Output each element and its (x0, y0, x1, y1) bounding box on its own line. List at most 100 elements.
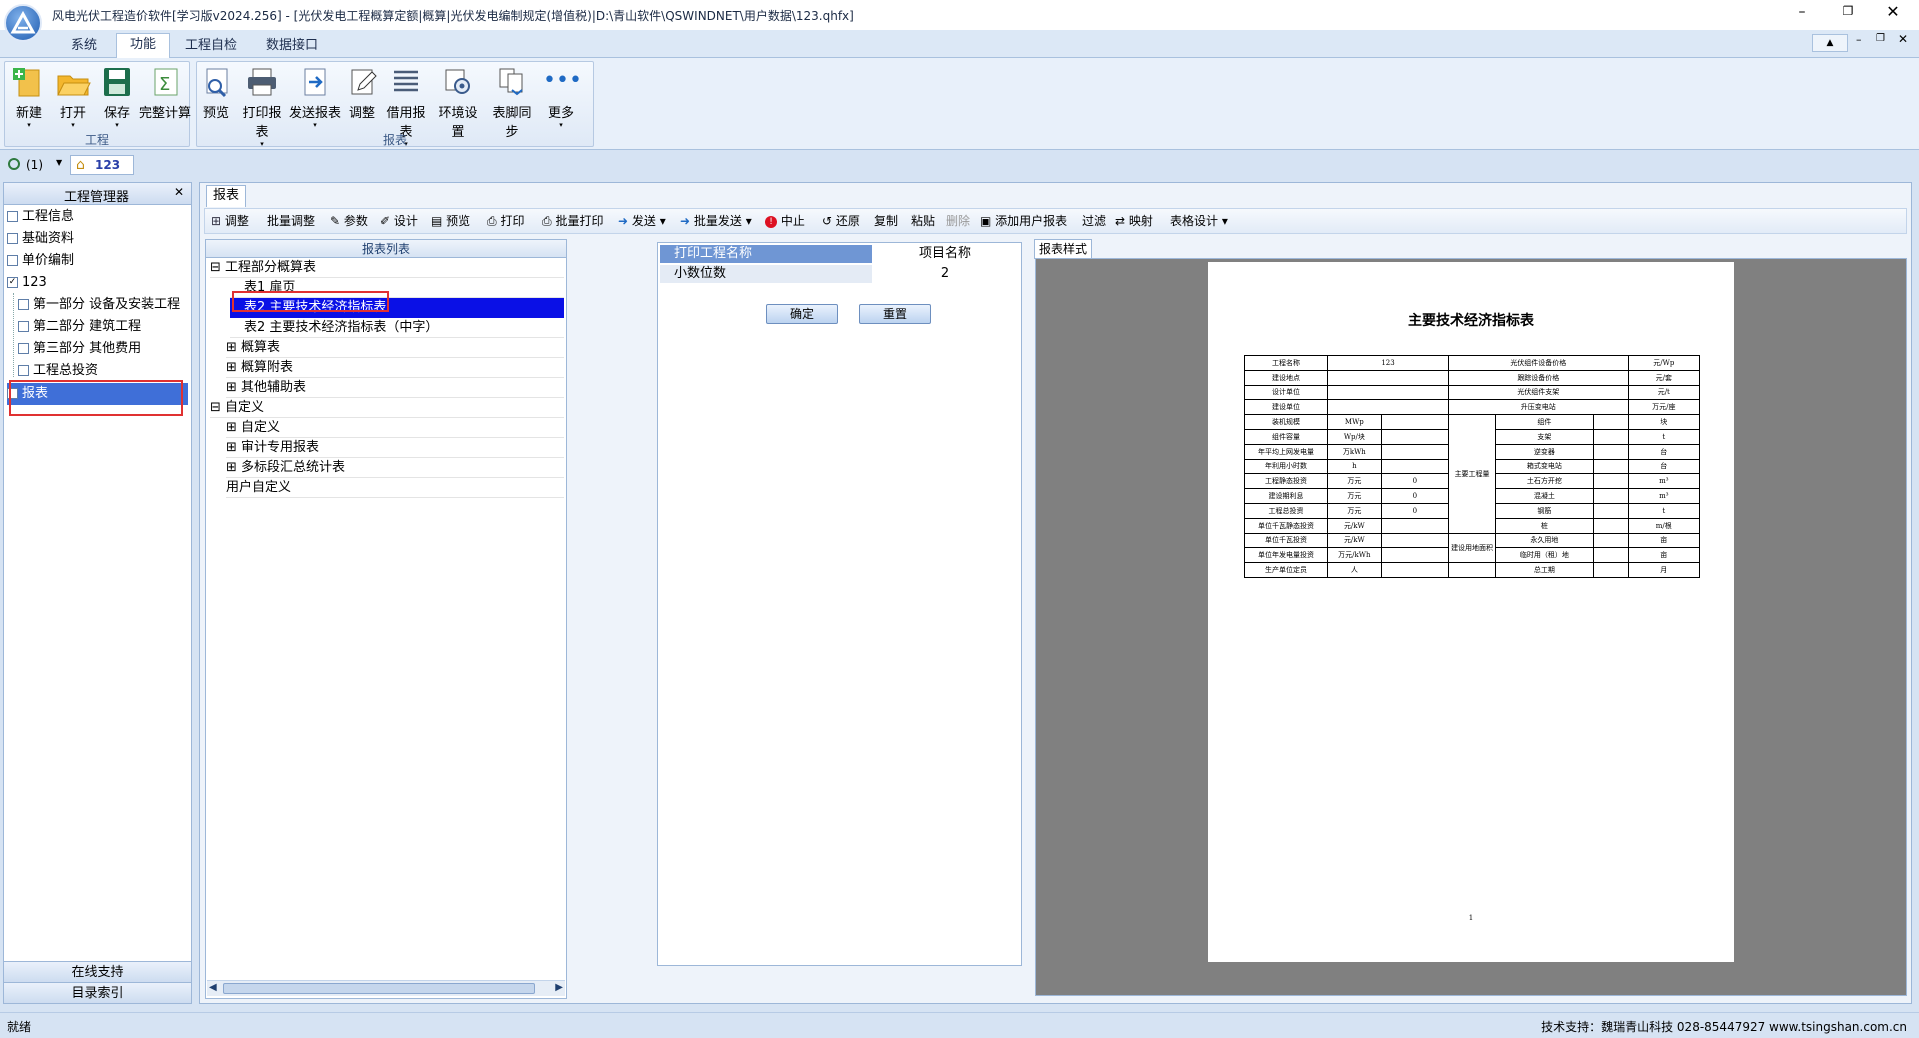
manager-item-123[interactable]: ✓ 123 (7, 273, 47, 293)
checkbox-checked-icon[interactable]: ✓ (7, 277, 18, 288)
report-cell (1592, 547, 1629, 564)
online-support-button[interactable]: 在线支持 (4, 961, 191, 982)
collapse-icon[interactable]: ⊟ (210, 400, 221, 415)
toolbar-restore[interactable]: ↺ 还原 (822, 209, 860, 233)
send-report-button[interactable]: 发送报表 ▾ (289, 66, 341, 129)
count-dropdown-icon[interactable]: ▼ (56, 158, 62, 167)
manager-item-basic-data[interactable]: 基础资料 (7, 229, 74, 249)
panel-splitter[interactable] (193, 182, 198, 1004)
report-group-custom[interactable]: ⊟ 自定义 (210, 398, 564, 418)
report-group-engineering[interactable]: ⊟ 工程部分概算表 (210, 258, 564, 278)
expand-icon[interactable]: ⊞ (226, 420, 237, 435)
toolbar-batch-adjust[interactable]: 批量调整 (267, 209, 315, 233)
toolbar-send[interactable]: ➜ 发送 ▾ (618, 209, 666, 233)
params-icon: ✎ (330, 214, 341, 228)
more-button[interactable]: ••• 更多 ▾ (541, 66, 582, 129)
adjust-button[interactable]: 调整 (345, 66, 379, 121)
collapse-icon[interactable]: ⊟ (210, 260, 221, 275)
report-cell: 块 (1627, 414, 1701, 430)
mdi-close-button[interactable]: ✕ (1898, 32, 1908, 46)
open-button[interactable]: 打开 ▾ (53, 66, 93, 129)
report-row: 设计单位 光伏组件支架 元/t (1244, 384, 1701, 401)
report-group-estimate[interactable]: ⊞ 概算表 (226, 338, 564, 358)
toolbar-design[interactable]: ✐ 设计 (380, 209, 418, 233)
report-group-other-aux[interactable]: ⊞ 其他辅助表 (226, 378, 564, 398)
mdi-restore-button[interactable]: ❐ (1876, 33, 1885, 44)
close-button[interactable]: ✕ (1878, 2, 1908, 22)
preview-tab[interactable]: 报表样式 (1034, 239, 1092, 259)
tab-data-interface[interactable]: 数据接口 (253, 35, 331, 58)
environment-settings-button[interactable]: 环境设置 (433, 66, 483, 140)
minimize-button[interactable]: – (1787, 4, 1817, 24)
save-button[interactable]: 保存 ▾ (97, 66, 137, 129)
tab-project-check[interactable]: 工程自检 (172, 35, 250, 58)
report-group-user-custom[interactable]: 用户自定义 (226, 478, 564, 498)
toolbar-filter[interactable]: 过滤 (1082, 209, 1106, 233)
toolbar-table-design[interactable]: 表格设计 ▾ (1170, 209, 1228, 233)
report-cell: 总工期 (1495, 562, 1594, 578)
report-group-multi-section[interactable]: ⊞ 多标段汇总统计表 (226, 458, 564, 478)
scroll-thumb[interactable] (223, 983, 535, 994)
highlight-box-report (9, 380, 183, 416)
manager-item-project-info[interactable]: 工程信息 (7, 207, 74, 227)
toolbar-preview[interactable]: ▤ 预览 (431, 209, 470, 233)
tab-system[interactable]: 系统 (58, 35, 110, 58)
preview-button[interactable]: 预览 (199, 66, 233, 121)
report-row: 单位千瓦投资 元/kW 建设用地面积 永久用地亩 (1244, 532, 1701, 564)
manager-item-unit-price[interactable]: 单价编制 (7, 251, 74, 271)
toolbar-paste[interactable]: 粘贴 (911, 209, 935, 233)
doc-tab-report[interactable]: 报表 (206, 185, 246, 207)
expand-icon[interactable]: ⊞ (226, 380, 237, 395)
group-title-project: 工程 (84, 133, 109, 147)
param-row-value[interactable]: 2 (872, 265, 1018, 283)
toolbar-print[interactable]: ⎙ 打印 (487, 209, 524, 233)
restore-button[interactable]: ❐ (1833, 4, 1863, 24)
open-folder-icon (55, 66, 91, 98)
footer-sync-button[interactable]: 表脚同步 (487, 66, 537, 140)
new-button[interactable]: 新建 ▾ (9, 66, 49, 129)
toolbar-copy[interactable]: 复制 (874, 209, 898, 233)
horizontal-scrollbar[interactable]: ◀ ▶ (207, 980, 565, 996)
expand-icon[interactable]: ⊞ (226, 460, 237, 475)
report-cell (1592, 488, 1629, 504)
manager-item-total-investment[interactable]: 工程总投资 (18, 361, 98, 381)
manager-close-icon[interactable]: ✕ (174, 185, 184, 199)
toolbar-add-user-report[interactable]: ▣ 添加用户报表 (980, 209, 1067, 233)
manager-item-part2[interactable]: 第二部分 建筑工程 (18, 317, 141, 337)
report-cell (1326, 369, 1450, 386)
report-cell (1380, 547, 1450, 564)
expand-icon[interactable]: ⊞ (226, 360, 237, 375)
toolbar-mapping[interactable]: ⇄ 映射 (1115, 209, 1153, 233)
report-cell: Wp/块 (1326, 428, 1382, 445)
mdi-minimize-button[interactable]: – (1856, 33, 1862, 46)
report-group-estimate-appendix[interactable]: ⊞ 概算附表 (226, 358, 564, 378)
toolbar-batch-send[interactable]: ➜ 批量发送 ▾ (680, 209, 752, 233)
reset-button[interactable]: 重置 (859, 304, 931, 324)
report-group-audit[interactable]: ⊞ 审计专用报表 (226, 438, 564, 458)
group-title-report: 报表 (382, 133, 407, 147)
confirm-button[interactable]: 确定 (766, 304, 838, 324)
scroll-left-icon[interactable]: ◀ (209, 982, 217, 993)
report-group-custom-sub[interactable]: ⊞ 自定义 (226, 418, 564, 438)
search-icon[interactable] (8, 158, 20, 170)
directory-index-button[interactable]: 目录索引 (4, 982, 191, 1003)
toolbar-delete[interactable]: 删除 (946, 209, 970, 233)
settings-icon (440, 66, 476, 98)
report-cell (1380, 414, 1450, 430)
project-tab-123[interactable]: ⌂ 123 (70, 155, 134, 175)
expand-icon[interactable]: ⊞ (226, 340, 237, 355)
toolbar-batch-print[interactable]: ⎙ 批量打印 (542, 209, 603, 233)
report-cell: 装机规模 (1244, 414, 1328, 430)
scroll-right-icon[interactable]: ▶ (555, 982, 563, 993)
full-calc-button[interactable]: Σ 完整计算 (139, 66, 191, 121)
tab-function[interactable]: 功能 (116, 33, 171, 59)
report-cell (1380, 562, 1450, 578)
toolbar-params[interactable]: ✎ 参数 (330, 209, 368, 233)
report-item-table2-cn[interactable]: 表2 主要技术经济指标表（中字） (230, 318, 564, 338)
manager-item-part3[interactable]: 第三部分 其他费用 (18, 339, 141, 359)
ribbon-collapse-button[interactable]: ▲ (1812, 34, 1848, 52)
toolbar-adjust[interactable]: ⊞ 调整 (211, 209, 249, 233)
expand-icon[interactable]: ⊞ (226, 440, 237, 455)
manager-item-part1[interactable]: 第一部分 设备及安装工程 (18, 295, 180, 315)
toolbar-stop[interactable]: ! 中止 (765, 209, 805, 233)
